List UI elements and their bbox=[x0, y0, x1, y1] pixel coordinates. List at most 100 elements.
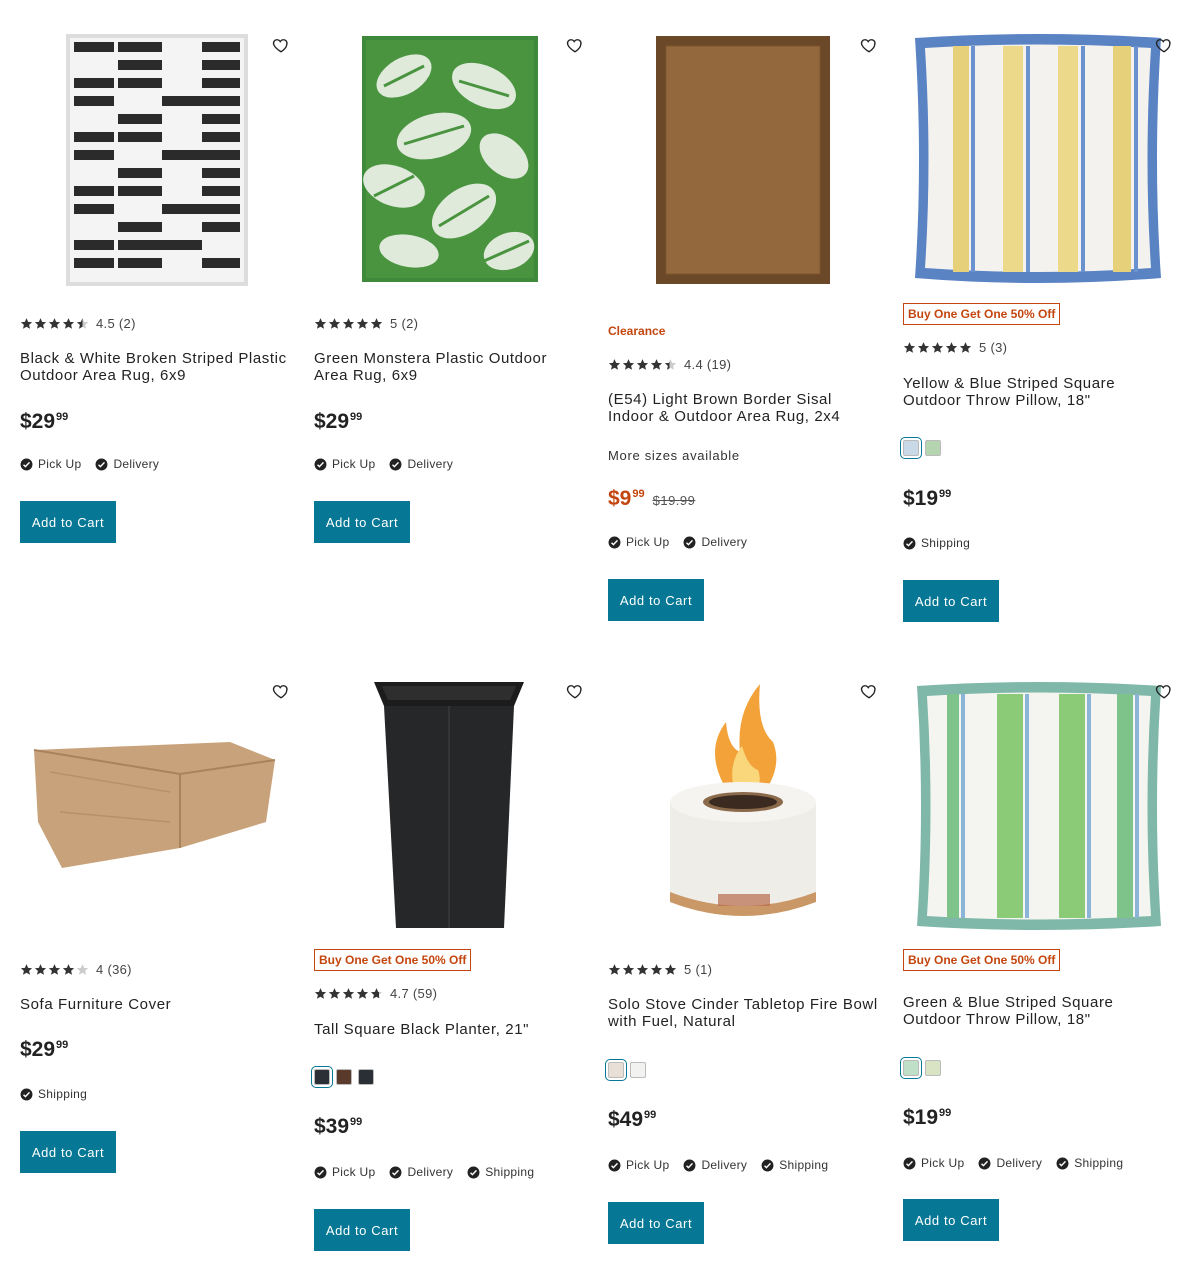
fulfillment-pick-up: Pick Up bbox=[314, 1165, 375, 1179]
product-title[interactable]: Green & Blue Striped Square Outdoor Thro… bbox=[903, 994, 1173, 1028]
color-swatch[interactable] bbox=[900, 437, 922, 459]
star-icon bbox=[48, 964, 61, 975]
add-to-cart-button[interactable]: Add to Cart bbox=[314, 501, 410, 543]
fulfillment-options: Pick Up Delivery bbox=[608, 535, 761, 549]
star-icon bbox=[931, 342, 944, 353]
star-icon bbox=[356, 988, 369, 999]
star-icon bbox=[945, 342, 958, 353]
product-title[interactable]: Black & White Broken Striped Plastic Out… bbox=[20, 350, 290, 384]
favorite-heart-icon[interactable] bbox=[566, 36, 584, 54]
color-swatch[interactable] bbox=[630, 1062, 646, 1078]
product-title[interactable]: Tall Square Black Planter, 21" bbox=[314, 1021, 584, 1038]
fulfillment-label: Shipping bbox=[1074, 1156, 1124, 1170]
star-rating-icons bbox=[608, 358, 678, 371]
color-swatch[interactable] bbox=[358, 1069, 374, 1085]
star-icon bbox=[664, 359, 677, 370]
sofa-cover-image[interactable] bbox=[20, 672, 290, 942]
promo-badge: Buy One Get One 50% Off bbox=[903, 303, 1061, 325]
fulfillment-label: Delivery bbox=[996, 1156, 1043, 1170]
star-icon bbox=[650, 964, 663, 975]
product-title[interactable]: Green Monstera Plastic Outdoor Area Rug,… bbox=[314, 350, 584, 384]
star-icon bbox=[314, 318, 327, 329]
rating[interactable]: 4.7 (59) bbox=[314, 986, 437, 1001]
color-swatch[interactable] bbox=[605, 1059, 627, 1081]
rating[interactable]: 5 (1) bbox=[608, 962, 712, 977]
rating[interactable]: 5 (3) bbox=[903, 340, 1007, 355]
star-rating-icons bbox=[314, 317, 384, 330]
star-icon bbox=[917, 342, 930, 353]
color-swatches bbox=[311, 1066, 380, 1088]
rating[interactable]: 5 (2) bbox=[314, 316, 418, 331]
fulfillment-delivery: Delivery bbox=[95, 457, 159, 471]
star-icon bbox=[314, 988, 327, 999]
fulfillment-options: Shipping bbox=[20, 1087, 101, 1101]
product-title[interactable]: Yellow & Blue Striped Square Outdoor Thr… bbox=[903, 375, 1173, 409]
favorite-heart-icon[interactable] bbox=[1155, 36, 1173, 54]
add-to-cart-button[interactable]: Add to Cart bbox=[608, 579, 704, 621]
check-circle-icon bbox=[608, 1159, 621, 1171]
rating-value: 4.7 bbox=[390, 986, 409, 1001]
star-icon bbox=[76, 318, 89, 329]
color-swatch[interactable] bbox=[336, 1069, 352, 1085]
fulfillment-label: Delivery bbox=[407, 457, 454, 471]
green-blue-pillow-image[interactable] bbox=[903, 672, 1173, 942]
star-icon bbox=[636, 359, 649, 370]
rating[interactable]: 4.5 (2) bbox=[20, 316, 136, 331]
check-circle-icon bbox=[683, 536, 696, 548]
add-to-cart-button[interactable]: Add to Cart bbox=[608, 1202, 704, 1244]
fire-bowl-image[interactable] bbox=[608, 672, 878, 942]
black-white-striped-rug-image[interactable] bbox=[20, 26, 290, 296]
color-swatch[interactable] bbox=[925, 1060, 941, 1076]
star-icon bbox=[650, 359, 663, 370]
add-to-cart-button[interactable]: Add to Cart bbox=[903, 1199, 999, 1241]
color-swatch[interactable] bbox=[311, 1066, 333, 1088]
fulfillment-pick-up: Pick Up bbox=[903, 1156, 964, 1170]
sale-price: $9 99 $19.99 bbox=[608, 487, 696, 510]
fulfillment-label: Delivery bbox=[407, 1165, 454, 1179]
fulfillment-options: Pick Up Delivery Shipping bbox=[903, 1156, 1137, 1170]
color-swatch[interactable] bbox=[925, 440, 941, 456]
price: $29 99 bbox=[314, 410, 363, 433]
black-planter-image[interactable] bbox=[314, 672, 584, 942]
yellow-blue-pillow-image[interactable] bbox=[903, 26, 1173, 296]
product-title[interactable]: Solo Stove Cinder Tabletop Fire Bowl wit… bbox=[608, 996, 878, 1030]
favorite-heart-icon[interactable] bbox=[860, 36, 878, 54]
green-monstera-rug-image[interactable] bbox=[314, 26, 584, 296]
fulfillment-options: Pick Up Delivery Shipping bbox=[608, 1158, 842, 1172]
rating-value: 5 bbox=[979, 340, 987, 355]
review-count: (36) bbox=[107, 962, 132, 977]
favorite-heart-icon[interactable] bbox=[860, 682, 878, 700]
color-swatch[interactable] bbox=[900, 1057, 922, 1079]
fulfillment-delivery: Delivery bbox=[389, 1165, 453, 1179]
review-count: (2) bbox=[118, 316, 136, 331]
add-to-cart-button[interactable]: Add to Cart bbox=[314, 1209, 410, 1251]
brown-sisal-rug-image[interactable] bbox=[608, 26, 878, 296]
fulfillment-label: Pick Up bbox=[626, 535, 670, 549]
review-count: (59) bbox=[412, 986, 438, 1001]
rating-value: 4.4 bbox=[684, 357, 703, 372]
rating[interactable]: 4 (36) bbox=[20, 962, 132, 977]
star-icon bbox=[959, 342, 972, 353]
add-to-cart-button[interactable]: Add to Cart bbox=[20, 501, 116, 543]
favorite-heart-icon[interactable] bbox=[1155, 682, 1173, 700]
promo-badge: Buy One Get One 50% Off bbox=[314, 949, 472, 971]
product-title[interactable]: Sofa Furniture Cover bbox=[20, 996, 290, 1013]
rating-value: 5 bbox=[684, 962, 692, 977]
price: $19 99 bbox=[903, 1106, 952, 1129]
fulfillment-pick-up: Pick Up bbox=[608, 1158, 669, 1172]
add-to-cart-button[interactable]: Add to Cart bbox=[903, 580, 999, 622]
star-rating-icons bbox=[20, 317, 90, 330]
star-rating-icons bbox=[903, 341, 973, 354]
more-sizes-link[interactable]: More sizes available bbox=[608, 448, 740, 463]
check-circle-icon bbox=[683, 1159, 696, 1171]
rating[interactable]: 4.4 (19) bbox=[608, 357, 731, 372]
favorite-heart-icon[interactable] bbox=[272, 36, 290, 54]
review-count: (2) bbox=[401, 316, 419, 331]
favorite-heart-icon[interactable] bbox=[272, 682, 290, 700]
add-to-cart-button[interactable]: Add to Cart bbox=[20, 1131, 116, 1173]
fulfillment-shipping: Shipping bbox=[903, 536, 970, 550]
fulfillment-label: Pick Up bbox=[332, 457, 376, 471]
favorite-heart-icon[interactable] bbox=[566, 682, 584, 700]
product-title[interactable]: (E54) Light Brown Border Sisal Indoor & … bbox=[608, 391, 878, 425]
star-rating-icons bbox=[20, 963, 90, 976]
